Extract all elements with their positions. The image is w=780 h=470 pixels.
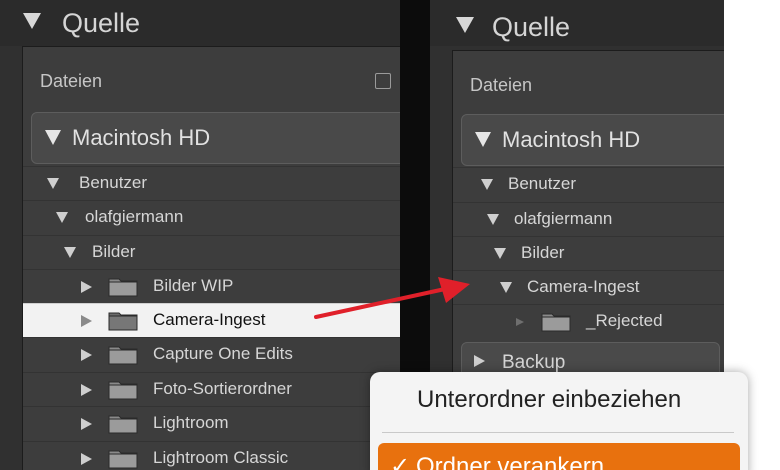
folder-row-lightroom[interactable]: Lightroom	[23, 406, 400, 440]
volume-macintosh-hd[interactable]: Macintosh HD	[461, 114, 724, 166]
folder-label: Lightroom	[153, 413, 229, 432]
folder-row-rejected[interactable]: _Rejected	[453, 304, 724, 338]
collapse-triangle-icon[interactable]	[45, 130, 61, 145]
folder-icon	[108, 312, 138, 331]
folder-label: Bilder WIP	[153, 276, 234, 295]
menu-item-include-subfolders[interactable]: Unterordner einbeziehen	[417, 386, 681, 414]
source-panel-body: Dateien Macintosh HD Benutzer olafgierma…	[22, 46, 400, 470]
collapse-triangle-icon[interactable]	[456, 17, 474, 33]
expanded-triangle-icon[interactable]	[487, 214, 499, 225]
menu-separator	[382, 432, 734, 433]
checkmark-icon: ✓	[390, 453, 411, 470]
tree-row-benutzer[interactable]: Benutzer	[453, 167, 724, 201]
disclosure-triangle-icon[interactable]	[81, 281, 92, 293]
folder-label: Capture One Edits	[153, 344, 293, 363]
expanded-triangle-icon[interactable]	[481, 179, 493, 190]
tree-row-label: olafgiermann	[85, 207, 184, 226]
expanded-triangle-icon[interactable]	[494, 248, 506, 259]
volume-label: Backup	[502, 352, 566, 373]
expanded-triangle-icon[interactable]	[47, 178, 59, 189]
disclosure-triangle-icon[interactable]	[81, 418, 92, 430]
context-menu: Unterordner einbeziehen ✓ Ordner veranke…	[370, 372, 748, 470]
tree-row-olafgiermann[interactable]: olafgiermann	[23, 200, 400, 234]
left-source-panel: Quelle Dateien Macintosh HD Benutzer ola…	[0, 0, 400, 470]
folder-icon	[108, 278, 138, 297]
folder-icon	[108, 346, 138, 365]
folder-row-foto-sortierordner[interactable]: Foto-Sortierordner	[23, 372, 400, 406]
disclosure-triangle-icon[interactable]	[81, 315, 92, 327]
folder-icon	[108, 415, 138, 434]
disclosure-triangle-icon[interactable]	[81, 384, 92, 396]
section-title: Quelle	[62, 8, 141, 38]
tree-row-olafgiermann[interactable]: olafgiermann	[453, 202, 724, 236]
menu-item-label: Ordner verankern	[416, 453, 605, 470]
disclosure-triangle-icon[interactable]	[516, 318, 524, 326]
tree-row-benutzer[interactable]: Benutzer	[23, 166, 400, 200]
folder-icon	[108, 381, 138, 400]
folder-label: Camera-Ingest	[153, 310, 266, 329]
volume-label: Macintosh HD	[72, 125, 211, 150]
folder-label: _Rejected	[586, 311, 663, 330]
folder-label: Lightroom Classic	[153, 448, 289, 467]
files-label: Dateien	[40, 71, 103, 91]
disclosure-triangle-icon[interactable]	[81, 349, 92, 361]
tree-row-bilder[interactable]: Bilder	[23, 235, 400, 269]
tree-row-bilder[interactable]: Bilder	[453, 236, 724, 270]
tree-row-label: olafgiermann	[514, 209, 613, 228]
volume-label: Macintosh HD	[502, 127, 641, 152]
collapse-triangle-icon[interactable]	[475, 132, 491, 147]
tree-row-label: Benutzer	[508, 174, 577, 193]
tree-row-label: Bilder	[92, 242, 136, 261]
section-header-source[interactable]: Quelle	[0, 0, 400, 46]
menu-item-dock-folder[interactable]: ✓ Ordner verankern	[378, 443, 740, 470]
files-label: Dateien	[470, 75, 533, 95]
section-title: Quelle	[492, 12, 571, 42]
disclosure-triangle-icon[interactable]	[81, 453, 92, 465]
collapse-triangle-icon[interactable]	[23, 13, 41, 29]
folder-row-lightroom-classic[interactable]: Lightroom Classic	[23, 441, 400, 470]
files-checkbox[interactable]	[375, 73, 391, 89]
section-header-source[interactable]: Quelle	[430, 0, 724, 46]
expanded-triangle-icon[interactable]	[500, 282, 512, 293]
folder-icon	[108, 450, 138, 469]
tree-row-camera-ingest[interactable]: Camera-Ingest	[453, 270, 724, 304]
disclosure-triangle-icon[interactable]	[474, 355, 485, 367]
red-arrow-annotation	[314, 277, 470, 319]
tree-row-label: Camera-Ingest	[527, 277, 640, 296]
folder-icon	[541, 313, 571, 332]
expanded-triangle-icon[interactable]	[56, 212, 68, 223]
tree-row-label: Bilder	[521, 243, 565, 262]
expanded-triangle-icon[interactable]	[64, 247, 76, 258]
volume-macintosh-hd[interactable]: Macintosh HD	[31, 112, 400, 164]
tree-row-label: Benutzer	[79, 173, 148, 192]
folder-label: Foto-Sortierordner	[153, 379, 292, 398]
folder-row-capture-one-edits[interactable]: Capture One Edits	[23, 337, 400, 371]
